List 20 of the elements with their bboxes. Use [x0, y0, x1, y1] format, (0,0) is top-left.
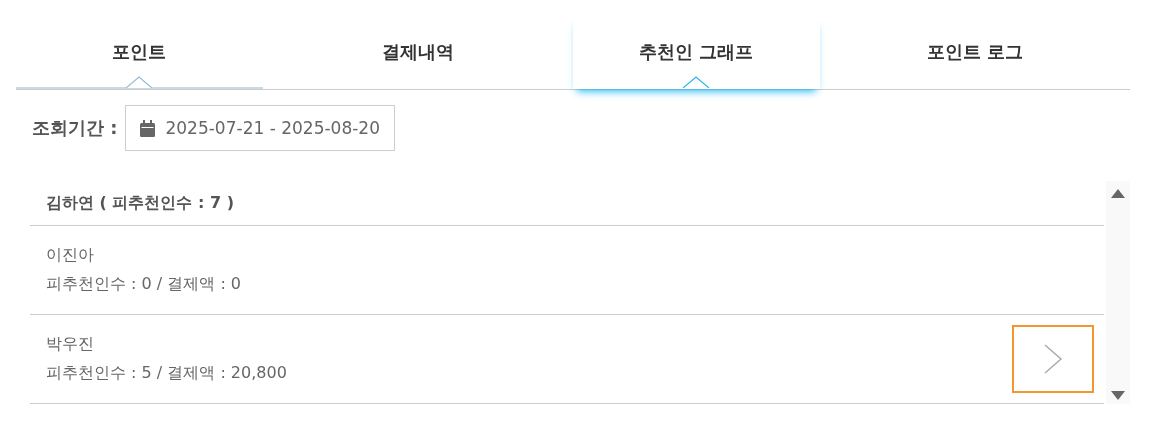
- member-row[interactable]: 이진아 피추천인수 : 0 / 결제액 : 0: [30, 226, 1104, 315]
- member-name: 이진아: [46, 245, 95, 266]
- period-label: 조회기간 :: [32, 116, 118, 140]
- member-detail: 피추천인수 : 5 / 결제액 : 20,800: [46, 363, 287, 384]
- pointer-icon: [683, 76, 710, 88]
- scroll-up-icon[interactable]: [1111, 189, 1125, 198]
- member-detail: 피추천인수 : 0 / 결제액 : 0: [46, 274, 242, 295]
- pointer-icon: [126, 76, 153, 88]
- tab[interactable]: 포인트: [16, 16, 263, 89]
- list-header: 김하연 ( 피추천인수 : 7 ): [30, 181, 1104, 226]
- scroll-down-icon[interactable]: [1111, 391, 1125, 400]
- tab[interactable]: 결제내역: [294, 16, 541, 89]
- chevron-right-icon: [1043, 343, 1063, 375]
- scrollbar[interactable]: [1106, 181, 1130, 404]
- member-name: 박우진: [46, 334, 95, 355]
- tab[interactable]: 추천인 그래프: [573, 16, 820, 89]
- member-row[interactable]: 박우진 피추천인수 : 5 / 결제액 : 20,800: [30, 315, 1104, 404]
- calendar-icon: [140, 119, 156, 137]
- tab[interactable]: 포인트 로그: [851, 16, 1098, 89]
- date-range-field[interactable]: 2025-07-21 - 2025-08-20: [125, 105, 395, 151]
